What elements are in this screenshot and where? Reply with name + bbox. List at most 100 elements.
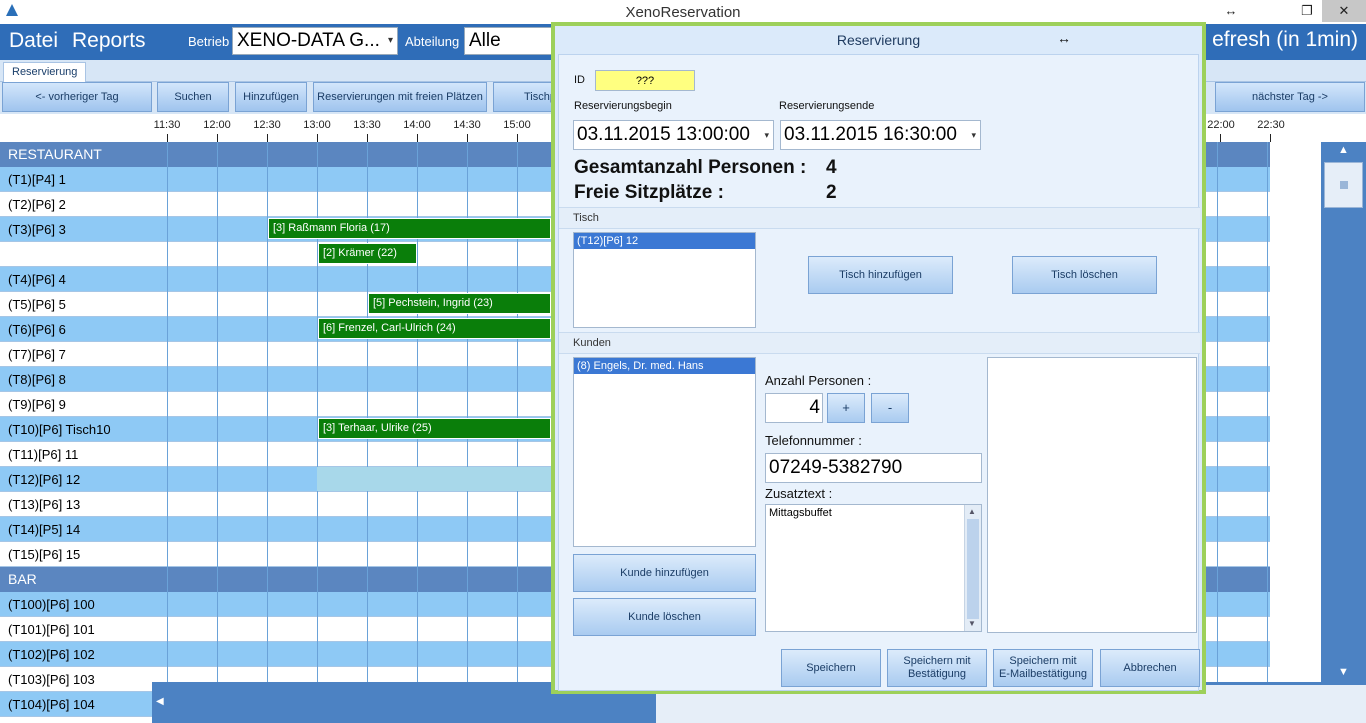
- id-field[interactable]: ???: [595, 70, 695, 91]
- id-label: ID: [574, 74, 585, 86]
- time-tick-label: 22:30: [1257, 119, 1285, 131]
- save-with-confirmation-button[interactable]: Speichern mit Bestätigung: [887, 649, 987, 687]
- abteilung-select[interactable]: Alle: [464, 27, 554, 55]
- row-label: (T7)[P6] 7: [8, 347, 66, 362]
- selected-slot[interactable]: [317, 467, 551, 491]
- scroll-left-icon[interactable]: ◀: [156, 696, 164, 707]
- save-confirm-line1: Speichern mit: [903, 655, 971, 667]
- reservation-block[interactable]: [2] Krämer (22): [318, 243, 417, 264]
- add-button[interactable]: Hinzufügen: [235, 82, 307, 112]
- textarea-scrollbar[interactable]: ▲ ▼: [964, 505, 981, 631]
- abteilung-label: Abteilung: [405, 34, 460, 49]
- increment-button[interactable]: +: [827, 393, 865, 423]
- row-label: (T8)[P6] 8: [8, 372, 66, 387]
- scroll-down-icon[interactable]: ▼: [968, 619, 976, 628]
- title-bar: XenoReservation ↔ ❐ ✕: [0, 0, 1366, 24]
- decrement-button[interactable]: -: [871, 393, 909, 423]
- chevron-down-icon: ▾: [387, 35, 393, 46]
- chevron-down-icon: ▾: [764, 130, 769, 140]
- scroll-up-icon[interactable]: ▲: [1321, 144, 1366, 156]
- reservation-block[interactable]: [3] Terhaar, Ulrike (25): [318, 418, 551, 439]
- abteilung-value: Alle: [469, 30, 501, 51]
- table-list[interactable]: (T12)[P6] 12: [573, 232, 756, 328]
- time-tick-mark: [417, 134, 418, 142]
- move-icon[interactable]: ↔: [1057, 30, 1071, 46]
- betrieb-value: XENO-DATA G...: [237, 30, 380, 51]
- betrieb-select[interactable]: XENO-DATA G... ▾: [232, 27, 398, 55]
- save-button[interactable]: Speichern: [781, 649, 881, 687]
- menu-file[interactable]: Datei: [9, 29, 58, 53]
- time-tick-mark: [467, 134, 468, 142]
- scroll-up-icon[interactable]: ▲: [968, 507, 976, 516]
- time-tick-label: 15:00: [503, 119, 531, 131]
- free-seats-label: Freie Sitzplätze :: [574, 182, 724, 203]
- row-label: (T15)[P6] 15: [8, 547, 81, 562]
- grid-line: [217, 142, 218, 723]
- dialog-body: ID ??? Reservierungsbegin 03.11.2015 13:…: [558, 54, 1200, 691]
- grid-line: [167, 142, 168, 723]
- row-label: (T11)[P6] 11: [8, 447, 79, 462]
- extra-text-area[interactable]: Mittagsbuffet ▲ ▼: [765, 504, 982, 632]
- customer-details-panel: [987, 357, 1197, 633]
- dialog-title: Reservierung: [555, 26, 1202, 54]
- prev-day-button[interactable]: <- vorheriger Tag: [2, 82, 152, 112]
- time-tick-label: 11:30: [153, 119, 181, 131]
- free-seats-value: 2: [826, 182, 837, 203]
- time-tick-mark: [517, 134, 518, 142]
- total-persons-label: Gesamtanzahl Personen :: [574, 157, 807, 178]
- scroll-thumb[interactable]: [967, 519, 979, 619]
- time-tick-mark: [1220, 134, 1221, 142]
- tab-reservierung[interactable]: Reservierung: [3, 62, 87, 82]
- time-tick-label: 12:00: [203, 119, 231, 131]
- row-label: (T102)[P6] 102: [8, 647, 95, 662]
- scroll-thumb[interactable]: [1324, 162, 1363, 208]
- add-customer-button[interactable]: Kunde hinzufügen: [573, 554, 756, 592]
- kunden-section-header: Kunden: [559, 332, 1200, 354]
- reservation-block[interactable]: [3] Raßmann Floria (17): [268, 218, 551, 239]
- row-label: RESTAURANT: [8, 146, 102, 162]
- total-persons-value: 4: [826, 157, 837, 178]
- extra-text-value: Mittagsbuffet: [769, 507, 832, 519]
- chevron-down-icon: ▾: [971, 130, 976, 140]
- close-icon[interactable]: ✕: [1322, 0, 1366, 22]
- begin-label: Reservierungsbegin: [574, 100, 672, 112]
- row-label: BAR: [8, 571, 37, 587]
- row-label: (T1)[P4] 1: [8, 172, 66, 187]
- end-label: Reservierungsende: [779, 100, 875, 112]
- cancel-button[interactable]: Abbrechen: [1100, 649, 1200, 687]
- row-label: (T101)[P6] 101: [8, 622, 95, 637]
- menu-reports[interactable]: Reports: [72, 29, 146, 53]
- time-tick-label: 13:30: [353, 119, 381, 131]
- next-day-button[interactable]: nächster Tag ->: [1215, 82, 1365, 112]
- row-label: (T6)[P6] 6: [8, 322, 66, 337]
- time-tick-mark: [367, 134, 368, 142]
- row-label: (T13)[P6] 13: [8, 497, 81, 512]
- time-tick-label: 13:00: [303, 119, 331, 131]
- persons-field[interactable]: 4: [765, 393, 823, 423]
- delete-table-button[interactable]: Tisch löschen: [1012, 256, 1157, 294]
- row-label: (T5)[P6] 5: [8, 297, 66, 312]
- add-table-button[interactable]: Tisch hinzufügen: [808, 256, 953, 294]
- customer-list[interactable]: (8) Engels, Dr. med. Hans: [573, 357, 756, 547]
- move-icon[interactable]: ↔: [1216, 0, 1246, 22]
- scroll-down-icon[interactable]: ▼: [1321, 666, 1366, 678]
- delete-customer-button[interactable]: Kunde löschen: [573, 598, 756, 636]
- vertical-scrollbar[interactable]: ▲ ▼: [1321, 142, 1366, 682]
- end-datetime-picker[interactable]: 03.11.2015 16:30:00 ▾: [780, 120, 981, 150]
- tisch-section-header: Tisch: [559, 207, 1200, 229]
- phone-field[interactable]: 07249-5382790: [765, 453, 982, 483]
- time-tick-label: 14:00: [403, 119, 431, 131]
- begin-datetime-picker[interactable]: 03.11.2015 13:00:00 ▾: [573, 120, 774, 150]
- list-item[interactable]: (T12)[P6] 12: [574, 233, 755, 249]
- search-button[interactable]: Suchen: [157, 82, 229, 112]
- reservation-block[interactable]: [5] Pechstein, Ingrid (23): [368, 293, 551, 314]
- restore-icon[interactable]: ❐: [1292, 0, 1322, 22]
- save-mail-line1: Speichern mit: [1009, 655, 1077, 667]
- free-seats-button[interactable]: Reservierungen mit freien Plätzen: [313, 82, 487, 112]
- refresh-label[interactable]: efresh (in 1min): [1212, 28, 1358, 52]
- time-tick-mark: [267, 134, 268, 142]
- save-with-email-button[interactable]: Speichern mit E-Mailbestätigung: [993, 649, 1093, 687]
- end-value: 03.11.2015 16:30:00: [784, 124, 957, 145]
- reservation-block[interactable]: [6] Frenzel, Carl-Ulrich (24): [318, 318, 551, 339]
- list-item[interactable]: (8) Engels, Dr. med. Hans: [574, 358, 755, 374]
